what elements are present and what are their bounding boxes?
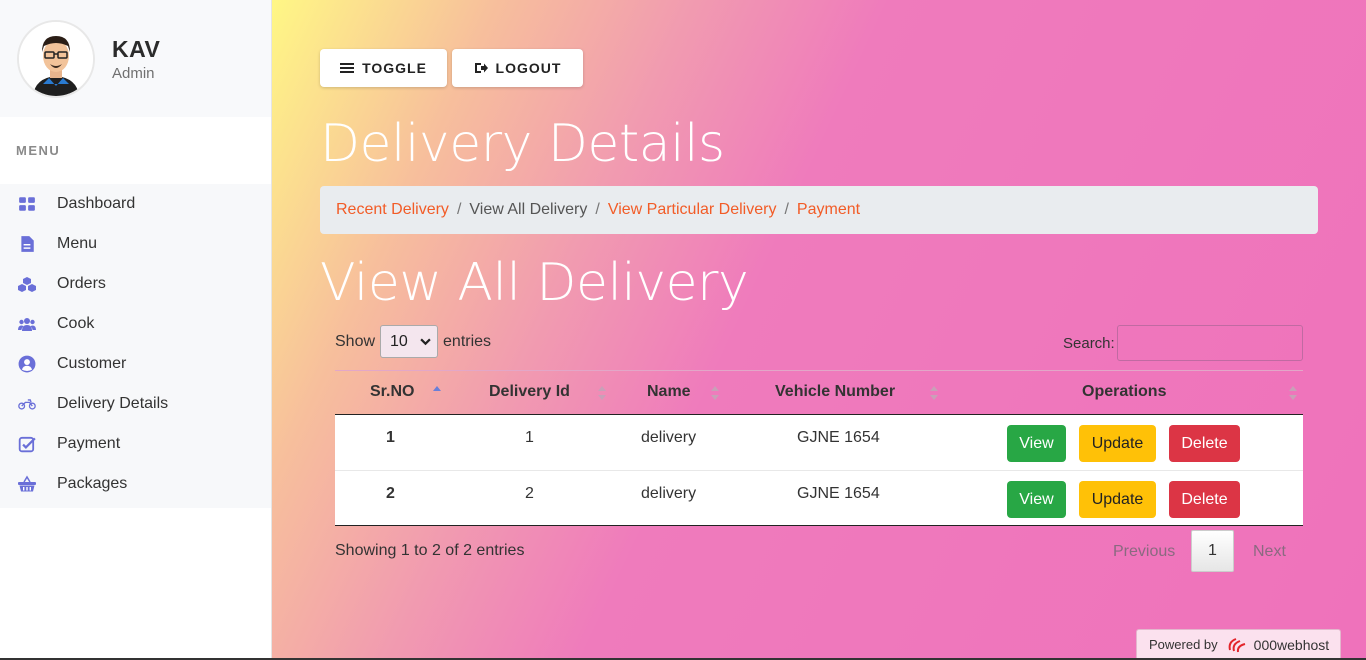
sidebar-item-label: Orders (57, 275, 106, 292)
cell-vehicle-number: GJNE 1654 (797, 485, 880, 502)
sort-icon (711, 386, 719, 400)
cell-sr-no: 1 (386, 429, 395, 446)
sidebar-item-packages[interactable]: Packages (0, 464, 271, 504)
cell-sr-no: 2 (386, 485, 395, 502)
avatar (17, 19, 95, 98)
sidebar-item-label: Customer (57, 355, 127, 372)
show-label: Show (335, 332, 376, 350)
cell-vehicle-number: GJNE 1654 (797, 429, 880, 446)
column-header-vehicle-number[interactable]: Vehicle Number (775, 383, 895, 401)
powered-by-badge[interactable]: Powered by 000webhost (1136, 629, 1341, 660)
sidebar-item-label: Packages (57, 475, 128, 492)
powered-label: Powered by (1149, 637, 1218, 652)
table-row: 2 2 delivery GJNE 1654 View Update Delet… (335, 470, 1303, 525)
sidebar-item-label: Menu (57, 235, 98, 252)
sidebar-item-menu[interactable]: Menu (0, 224, 271, 264)
table-body: 1 1 delivery GJNE 1654 View Update Delet… (335, 415, 1303, 526)
table-info: Showing 1 to 2 of 2 entries (335, 542, 525, 559)
sidebar-item-dashboard[interactable]: Dashboard (0, 184, 271, 224)
pagination-next[interactable]: Next (1253, 543, 1286, 561)
cell-delivery-id: 2 (525, 485, 534, 502)
sidebar-item-cook[interactable]: Cook (0, 304, 271, 344)
breadcrumb-payment[interactable]: Payment (797, 201, 860, 219)
breadcrumb-recent-delivery[interactable]: Recent Delivery (336, 201, 449, 219)
search-control: Search: (1063, 325, 1303, 361)
hamburger-icon (340, 63, 355, 73)
sidebar-item-payment[interactable]: Payment (0, 424, 271, 464)
breadcrumb: Recent Delivery / View All Delivery / Vi… (320, 186, 1318, 234)
breadcrumb-view-all-delivery[interactable]: View All Delivery (469, 201, 587, 219)
entries-label: entries (443, 332, 492, 350)
column-header-operations[interactable]: Operations (1082, 383, 1166, 401)
basket-icon (16, 475, 38, 493)
column-header-name[interactable]: Name (647, 383, 691, 401)
search-label: Search: (1063, 334, 1115, 352)
user-role: Admin (112, 64, 155, 82)
view-button[interactable]: View (1007, 481, 1066, 518)
update-button[interactable]: Update (1079, 481, 1156, 518)
sort-icon (1289, 386, 1297, 400)
pagination-previous[interactable]: Previous (1113, 543, 1175, 561)
sign-out-icon (474, 63, 488, 73)
menu-spacer (0, 504, 271, 508)
document-icon (16, 235, 38, 253)
page-title: Delivery Details (320, 114, 725, 174)
cell-name: delivery (641, 485, 697, 502)
sidebar-menu: Dashboard Menu Orders Cook Customer Deli… (0, 184, 271, 508)
logout-button[interactable]: LOGOUT (452, 49, 583, 87)
entries-control: Show 10 entries (335, 325, 491, 358)
search-input[interactable] (1116, 325, 1303, 361)
toggle-button[interactable]: TOGGLE (320, 49, 447, 87)
check-square-icon (16, 435, 38, 453)
delete-button[interactable]: Delete (1169, 425, 1240, 462)
dashboard-icon (16, 195, 38, 213)
logout-label: LOGOUT (495, 60, 562, 76)
breadcrumb-separator: / (784, 201, 789, 218)
sidebar-item-label: Dashboard (57, 195, 136, 212)
powered-brand: 000webhost (1253, 636, 1330, 653)
breadcrumb-separator: / (595, 201, 600, 218)
sidebar-item-delivery-details[interactable]: Delivery Details (0, 384, 271, 424)
entries-select[interactable]: 10 (380, 325, 439, 358)
table-row: 1 1 delivery GJNE 1654 View Update Delet… (335, 415, 1303, 470)
profile-panel: KAV Admin (0, 0, 271, 117)
breadcrumb-view-particular-delivery[interactable]: View Particular Delivery (608, 201, 777, 219)
sort-icon (598, 386, 606, 400)
entries-value: 10 (390, 332, 408, 350)
column-header-sr-no[interactable]: Sr.NO (370, 383, 414, 401)
chevron-down-icon (420, 338, 431, 346)
section-title: View All Delivery (320, 253, 749, 313)
user-circle-icon (16, 355, 38, 373)
main-content: TOGGLE LOGOUT Delivery Details Recent De… (272, 0, 1366, 660)
cell-delivery-id: 1 (525, 429, 534, 446)
update-button[interactable]: Update (1079, 425, 1156, 462)
column-header-delivery-id[interactable]: Delivery Id (489, 383, 570, 401)
motorcycle-icon (16, 395, 38, 413)
sidebar-item-orders[interactable]: Orders (0, 264, 271, 304)
sort-icon (930, 386, 938, 400)
menu-heading: MENU (0, 117, 271, 184)
webhost-logo-icon (1228, 637, 1245, 652)
top-toolbar: TOGGLE LOGOUT (320, 49, 583, 87)
sort-asc-icon (433, 386, 441, 391)
sidebar-item-label: Delivery Details (57, 395, 169, 412)
delete-button[interactable]: Delete (1169, 481, 1240, 518)
sidebar-item-label: Cook (57, 315, 95, 332)
sidebar: KAV Admin MENU Dashboard Menu Orders Coo… (0, 0, 272, 660)
delivery-table: Sr.NO Delivery Id Name Vehicle Number Op… (335, 370, 1303, 526)
users-icon (16, 315, 38, 333)
cell-name: delivery (641, 429, 697, 446)
toggle-label: TOGGLE (362, 60, 427, 76)
pagination-page-1[interactable]: 1 (1191, 530, 1234, 572)
user-name: KAV (112, 35, 161, 62)
table-header: Sr.NO Delivery Id Name Vehicle Number Op… (335, 370, 1303, 415)
view-button[interactable]: View (1007, 425, 1066, 462)
sidebar-item-label: Payment (57, 435, 121, 452)
breadcrumb-separator: / (456, 201, 462, 218)
sidebar-item-customer[interactable]: Customer (0, 344, 271, 384)
cubes-icon (16, 275, 38, 293)
